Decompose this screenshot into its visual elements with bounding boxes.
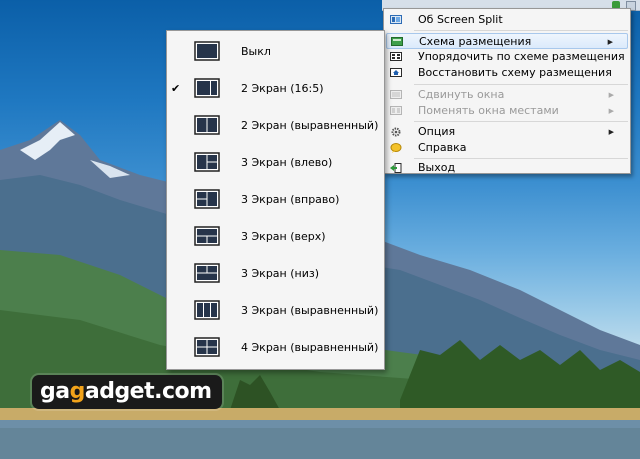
submenu-item-three-left[interactable]: 3 Экран (влево) xyxy=(167,144,384,181)
menu-item-label: Схема размещения xyxy=(419,35,532,48)
submenu-arrow-icon: ▶ xyxy=(608,107,614,115)
layout-two-wide-icon xyxy=(194,78,220,98)
menu-item-restore[interactable]: Восстановить схему размещения xyxy=(386,65,628,81)
screen-split-app-icon xyxy=(390,15,402,24)
menu-item-label: Опция xyxy=(418,125,456,138)
layout-three-left-icon xyxy=(194,152,220,172)
submenu-arrow-icon: ▶ xyxy=(607,38,613,46)
submenu-arrow-icon: ▶ xyxy=(608,128,614,136)
submenu-item-three-top[interactable]: 3 Экран (верх) xyxy=(167,218,384,255)
menu-item-label: Поменять окна местами xyxy=(418,104,559,117)
watermark-suffix: adget.com xyxy=(84,379,212,404)
submenu-item-label: 3 Экран (верх) xyxy=(241,230,326,243)
layout-single-icon xyxy=(194,41,220,61)
help-icon xyxy=(390,143,402,153)
menu-item-about[interactable]: Об Screen Split xyxy=(386,12,628,28)
exit-icon xyxy=(390,163,402,173)
menu-item-exit[interactable]: Выход xyxy=(386,160,628,176)
watermark-prefix: ga xyxy=(40,379,70,404)
submenu-arrow-icon: ▶ xyxy=(608,91,614,99)
move-windows-icon xyxy=(390,90,402,99)
restore-layout-icon xyxy=(390,68,402,77)
layout-three-bottom-icon xyxy=(194,263,220,283)
menu-item-label: Справка xyxy=(418,141,467,154)
layout-three-top-icon xyxy=(194,226,220,246)
menu-item-arrange[interactable]: Упорядочить по схеме размещения xyxy=(386,49,628,65)
submenu-item-label: 3 Экран (выравненный) xyxy=(241,304,379,317)
menu-item-label: Выход xyxy=(418,161,456,174)
submenu-item-two-16-5[interactable]: ✔ 2 Экран (16:5) xyxy=(167,70,384,107)
menu-separator xyxy=(414,30,628,31)
context-menu: Об Screen Split Схема размещения ▶ Упоря… xyxy=(383,8,631,174)
watermark-accent: g xyxy=(69,379,86,404)
menu-separator xyxy=(414,158,628,159)
swap-windows-icon xyxy=(390,106,402,115)
submenu-item-two-equal[interactable]: 2 Экран (выравненный) xyxy=(167,107,384,144)
submenu-item-three-equal[interactable]: 3 Экран (выравненный) xyxy=(167,292,384,329)
submenu-item-label: Выкл xyxy=(241,45,271,58)
submenu-item-off[interactable]: Выкл xyxy=(167,33,384,70)
submenu-item-label: 2 Экран (16:5) xyxy=(241,82,324,95)
menu-item-swap-windows[interactable]: Поменять окна местами ▶ xyxy=(386,103,628,119)
menu-item-label: Сдвинуть окна xyxy=(418,88,505,101)
layout-four-equal-icon xyxy=(194,337,220,357)
options-gear-icon xyxy=(391,127,401,137)
menu-item-move-windows[interactable]: Сдвинуть окна ▶ xyxy=(386,87,628,103)
submenu-item-label: 3 Экран (низ) xyxy=(241,267,320,280)
layout-submenu: Выкл ✔ 2 Экран (16:5) 2 Экран (выравненн… xyxy=(166,30,385,370)
menu-separator xyxy=(414,121,628,122)
layout-three-equal-icon xyxy=(194,300,220,320)
menu-item-label: Упорядочить по схеме размещения xyxy=(418,50,625,63)
submenu-item-three-right[interactable]: 3 Экран (вправо) xyxy=(167,181,384,218)
submenu-item-label: 2 Экран (выравненный) xyxy=(241,119,379,132)
menu-item-options[interactable]: Опция ▶ xyxy=(386,124,628,140)
menu-item-help[interactable]: Справка xyxy=(386,140,628,156)
menu-item-label: Восстановить схему размещения xyxy=(418,66,612,79)
layout-two-equal-icon xyxy=(194,115,220,135)
gagadget-watermark-logo: gagadget.com xyxy=(32,375,222,409)
layout-scheme-icon xyxy=(391,37,403,46)
submenu-item-label: 3 Экран (влево) xyxy=(241,156,333,169)
menu-separator xyxy=(414,84,628,85)
arrange-windows-icon xyxy=(390,52,402,61)
watermark-text: gagadget.com xyxy=(40,379,212,404)
submenu-item-label: 3 Экран (вправо) xyxy=(241,193,340,206)
layout-three-right-icon xyxy=(194,189,220,209)
menu-item-label: Об Screen Split xyxy=(418,13,503,26)
menu-item-layout-scheme[interactable]: Схема размещения ▶ xyxy=(386,33,628,49)
checkmark-icon: ✔ xyxy=(171,82,181,95)
submenu-item-four-equal[interactable]: 4 Экран (выравненный) xyxy=(167,329,384,366)
submenu-item-label: 4 Экран (выравненный) xyxy=(241,341,379,354)
submenu-item-three-bottom[interactable]: 3 Экран (низ) xyxy=(167,255,384,292)
